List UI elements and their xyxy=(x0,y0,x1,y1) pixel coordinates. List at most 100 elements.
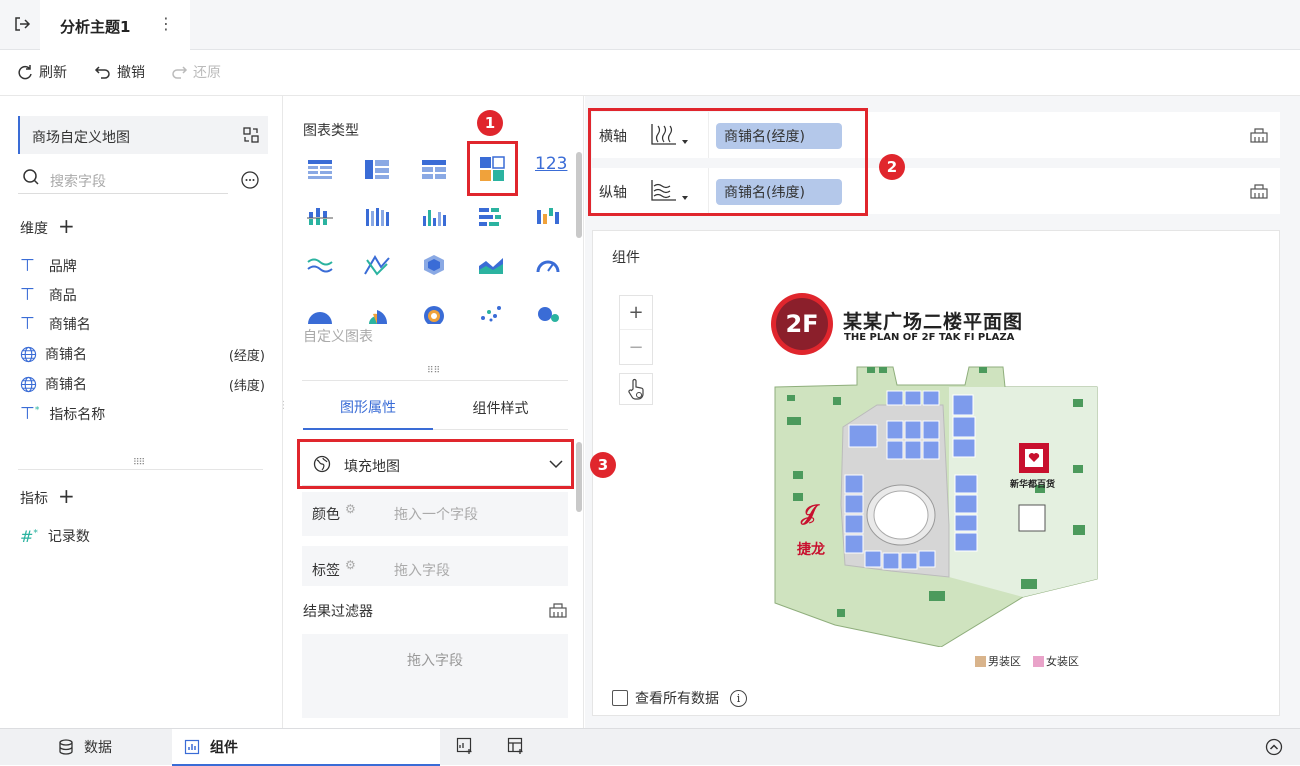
radar-chart-icon[interactable] xyxy=(420,254,448,276)
component-title: 组件 xyxy=(612,250,640,266)
dataset-selector[interactable]: 商场自定义地图 xyxy=(18,116,268,154)
annotation-badge-1: 1 xyxy=(477,110,503,136)
field-item[interactable]: 商铺名 (经度) xyxy=(20,344,265,364)
zoom-out-button[interactable]: − xyxy=(620,330,652,364)
more-icon[interactable]: ⋮ xyxy=(158,14,174,33)
calculated-text-icon: ⊤* xyxy=(20,404,40,424)
bar-chart-icon[interactable] xyxy=(477,206,505,228)
settings-icon[interactable]: ⚙ xyxy=(345,558,356,572)
add-dashboard-icon[interactable] xyxy=(507,737,525,759)
tab-component-style[interactable]: 组件样式 xyxy=(433,386,568,430)
search-box[interactable]: 搜索字段 xyxy=(18,166,228,194)
table-chart-icon[interactable] xyxy=(306,158,334,180)
tag-label: 标签 xyxy=(312,563,340,579)
store-label-right: 新华都百货 xyxy=(1010,480,1056,490)
chart-icon xyxy=(184,739,200,754)
color-drop-zone[interactable]: 颜色 ⚙ 拖入一个字段 xyxy=(302,492,568,536)
select-tool-button[interactable] xyxy=(619,373,653,405)
database-icon xyxy=(59,739,73,755)
add-component-icon[interactable] xyxy=(456,737,474,759)
redo-icon xyxy=(172,66,188,79)
filter-drop-zone[interactable]: 拖入字段 xyxy=(302,634,568,718)
drag-handle-icon[interactable]: ⠿⠿ xyxy=(133,458,145,468)
color-placeholder: 拖入一个字段 xyxy=(394,507,478,523)
panel-divider xyxy=(302,380,568,381)
exit-icon[interactable] xyxy=(12,14,32,34)
legend-swatch-men xyxy=(975,655,986,667)
add-dimension-icon[interactable]: + xyxy=(58,214,75,238)
pointer-hand-icon xyxy=(628,378,644,400)
field-item[interactable]: #* 记录数 xyxy=(20,526,90,546)
column-chart-icon[interactable] xyxy=(420,206,448,228)
legend-swatch-women xyxy=(1033,655,1044,667)
field-item[interactable]: ⊤ 商铺名 xyxy=(20,314,91,334)
field-item[interactable]: 商铺名 (纬度) xyxy=(20,374,265,394)
area-chart-icon[interactable] xyxy=(477,254,505,276)
scatter-chart-icon[interactable] xyxy=(477,302,505,324)
toolbar: 刷新 撤销 还原 xyxy=(0,50,1300,96)
search-input[interactable]: 搜索字段 xyxy=(50,171,106,191)
rose-chart-icon[interactable] xyxy=(363,302,391,324)
tab-component[interactable]: 组件 xyxy=(172,729,440,766)
chart-type-grid: 123 xyxy=(284,146,569,326)
axis-lock-icon[interactable] xyxy=(1249,125,1269,147)
undo-icon xyxy=(94,66,110,79)
floor-plan-map[interactable]: 2F 某某广场二楼平面图 THE PLAN OF 2F TAK FI PLAZA xyxy=(769,291,1119,671)
filter-title: 结果过滤器 xyxy=(303,604,373,620)
chart-config-panel: 图表类型 123 自定义图表 ⠿⠿ 图形属性 组件样式 填充地图 颜色 ⚙ 拖入… xyxy=(284,96,584,728)
page-title: 分析主题1 xyxy=(60,18,131,36)
tag-drop-zone[interactable]: 标签 ⚙ 拖入字段 xyxy=(302,546,568,586)
tab-data[interactable]: 数据 xyxy=(0,729,172,765)
more-options-icon[interactable] xyxy=(240,170,260,194)
dimension-title: 维度 xyxy=(20,221,48,237)
filter-lock-icon[interactable] xyxy=(548,600,568,622)
undo-button[interactable]: 撤销 xyxy=(94,62,145,82)
map-legend: 男装区 女装区 xyxy=(975,653,1079,669)
refresh-button[interactable]: 刷新 xyxy=(16,62,67,82)
zoom-in-button[interactable]: + xyxy=(620,296,652,330)
legend-item: 女装区 xyxy=(1033,653,1079,669)
field-item[interactable]: ⊤ 商品 xyxy=(20,285,77,305)
highlight-axes xyxy=(588,108,868,216)
field-item[interactable]: ⊤* 指标名称 xyxy=(20,404,105,424)
add-measure-icon[interactable]: + xyxy=(58,484,75,508)
store-label-left: 捷龙 xyxy=(797,542,825,558)
panel-divider[interactable] xyxy=(18,469,263,470)
sunburst-chart-icon[interactable] xyxy=(420,302,448,324)
cross-table-icon[interactable] xyxy=(363,158,391,180)
switch-dataset-icon[interactable] xyxy=(242,126,260,148)
floor-plan-graphic: 𝒥 xyxy=(774,366,1098,647)
redo-button[interactable]: 还原 xyxy=(170,62,221,82)
bubble-chart-icon[interactable] xyxy=(534,302,562,324)
gauge-chart-icon[interactable] xyxy=(534,254,562,276)
detail-table-icon[interactable] xyxy=(420,158,448,180)
show-all-data[interactable]: 查看所有数据 i xyxy=(612,688,747,708)
text-type-icon: ⊤ xyxy=(20,285,35,305)
chart-list-scrollbar[interactable] xyxy=(576,152,582,238)
field-item[interactable]: ⊤ 品牌 xyxy=(20,256,77,276)
show-all-checkbox[interactable] xyxy=(612,690,628,706)
collapse-up-icon[interactable] xyxy=(1265,738,1283,760)
grouped-bar-icon[interactable] xyxy=(306,206,334,228)
field-panel: 商场自定义地图 搜索字段 维度 + ⊤ 品牌 ⊤ 商品 ⊤ 商铺名 商铺名 (经… xyxy=(0,96,283,728)
axis-lock-icon[interactable] xyxy=(1249,181,1269,203)
refresh-icon xyxy=(18,65,32,80)
tab-graphic-properties[interactable]: 图形属性 xyxy=(303,386,433,430)
zoom-control: + − xyxy=(619,295,653,365)
custom-chart-label[interactable]: 自定义图表 xyxy=(303,326,373,346)
annotation-badge-2: 2 xyxy=(879,154,905,180)
stacked-bar-icon[interactable] xyxy=(363,206,391,228)
line-chart-icon[interactable] xyxy=(306,254,334,276)
settings-icon[interactable]: ⚙ xyxy=(345,502,356,516)
drag-handle-icon[interactable]: ⠿⠿ xyxy=(427,366,440,376)
waterfall-chart-icon[interactable] xyxy=(534,206,562,228)
radar-line-icon[interactable] xyxy=(363,254,391,276)
component-card: 组件 + − 2F 某某广场二楼平面图 THE PLAN OF 2F TAK F… xyxy=(592,230,1280,716)
info-icon[interactable]: i xyxy=(730,689,747,707)
pie-chart-icon[interactable] xyxy=(306,302,334,324)
kpi-chart-icon[interactable]: 123 xyxy=(535,154,567,174)
text-type-icon: ⊤ xyxy=(20,314,35,334)
globe-icon xyxy=(20,346,37,362)
legend-item: 男装区 xyxy=(975,653,1021,669)
config-scrollbar[interactable] xyxy=(576,442,582,512)
